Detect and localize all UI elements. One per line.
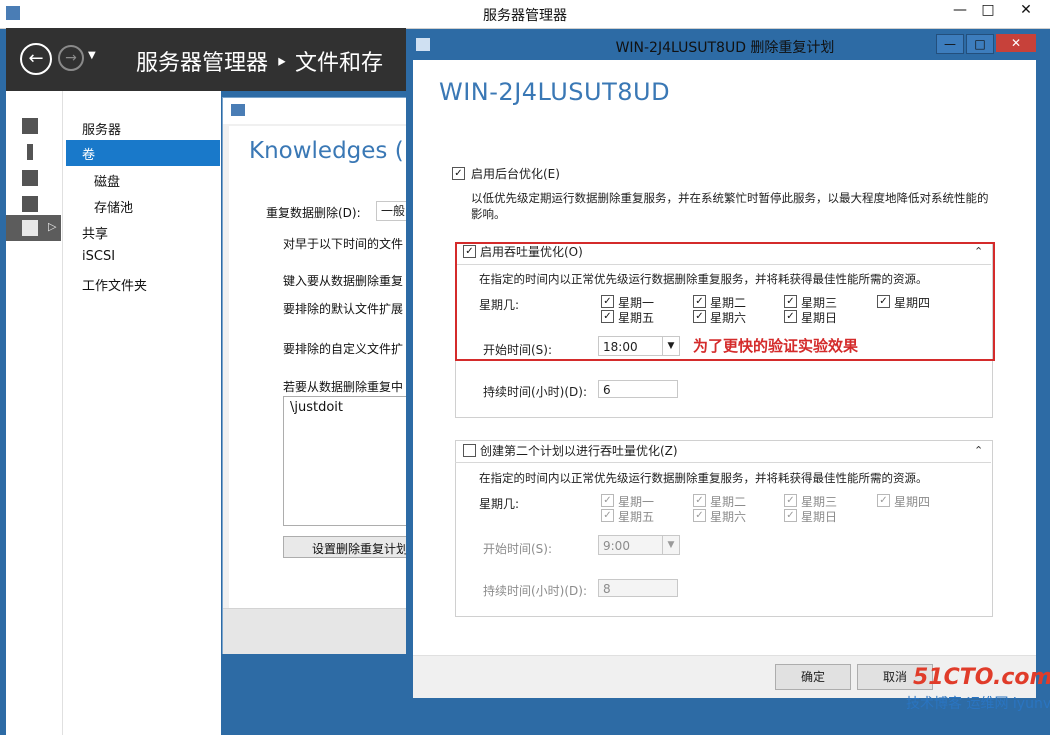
s2-day-sun-label: 星期日 [801, 510, 838, 524]
bg-dialog-titlebar [223, 98, 413, 124]
s2-day-sat-label: 星期六 [710, 510, 747, 524]
rail-selected-item[interactable]: ▷ [6, 215, 61, 241]
file-services-icon[interactable] [22, 196, 38, 212]
bg-dialog-heading: Knowledges (F [249, 138, 417, 164]
close-button[interactable]: ✕ [1004, 0, 1048, 20]
storage-icon [22, 220, 38, 236]
file-age-text: 对早于以下时间的文件 [283, 237, 404, 251]
dialog-body: WIN-2J4LUSUT8UD ✓ 启用后台优化(E) 以低优先级定期运行数据删… [413, 60, 1036, 655]
divider [455, 462, 991, 463]
schedule2-start-label: 开始时间(S): [483, 542, 553, 556]
set-schedule-label: 设置删除重复计划 [312, 542, 409, 556]
nav-item-disks[interactable]: 磁盘 [94, 171, 120, 190]
nav-item-shares[interactable]: 共享 [82, 223, 108, 242]
watermark-text: 技术博客 运维网 iyunv.com [906, 696, 1050, 712]
maximize-button[interactable]: □ [974, 0, 1002, 20]
all-servers-icon[interactable] [22, 170, 38, 186]
schedule2-duration-label: 持续时间(小时)(D): [483, 584, 588, 598]
s2-day-thu-checkbox[interactable]: ✓ [877, 494, 890, 507]
history-dropdown-icon[interactable]: ▼ [88, 50, 96, 61]
dedup-schedule-dialog: WIN-2J4LUSUT8UD 删除重复计划 — □ ✕ WIN-2J4LUSU… [406, 30, 1044, 704]
schedule2-description: 在指定的时间内以正常优先级运行数据删除重复服务，并将耗获得最佳性能所需的资源。 [479, 471, 928, 485]
excluded-folders-list[interactable]: \justdoit [283, 396, 415, 526]
dedup-label: 重复数据删除(D): [266, 206, 361, 220]
back-icon[interactable]: ← [20, 43, 52, 75]
schedule2-weekday-label: 星期几: [479, 497, 520, 511]
dialog-titlebar: WIN-2J4LUSUT8UD 删除重复计划 — □ ✕ [406, 30, 1044, 60]
bg-dialog-footer [223, 608, 413, 654]
main-titlebar: 服务器管理器 — □ ✕ [0, 0, 1050, 29]
dialog-maximize-button[interactable]: □ [966, 34, 994, 54]
nav-panel: 服务器 卷 磁盘 存储池 共享 iSCSI 工作文件夹 [63, 91, 221, 735]
schedule2-start-value: 9:00 [603, 539, 630, 553]
forward-icon[interactable]: → [58, 45, 84, 71]
schedule2-checkbox[interactable] [463, 444, 476, 457]
nav-item-storage-pools[interactable]: 存储池 [94, 197, 133, 216]
s2-day-fri-checkbox[interactable]: ✓ [601, 509, 614, 522]
schedule1-duration-label: 持续时间(小时)(D): [483, 385, 588, 399]
main-header: ← → ▼ 服务器管理器 ‣ 文件和存 [6, 28, 406, 91]
schedule2-label: 创建第二个计划以进行吞吐量优化(Z) [480, 444, 678, 458]
s2-day-sun-checkbox[interactable]: ✓ [784, 509, 797, 522]
set-schedule-button[interactable]: 设置删除重复计划 [283, 536, 415, 558]
left-rail [6, 91, 63, 735]
default-ext-text: 要排除的默认文件扩展 [283, 302, 404, 316]
schedule2-duration-input[interactable]: 8 [598, 579, 678, 597]
dialog-heading: WIN-2J4LUSUT8UD [439, 78, 671, 106]
dashboard-icon[interactable] [22, 118, 38, 134]
volume-properties-dialog: Knowledges (F 重复数据删除(D): 一般 对早于以下时间的文件 键… [222, 97, 417, 654]
annotation-text: 为了更快的验证实验效果 [693, 337, 859, 355]
s2-day-fri-label: 星期五 [618, 510, 655, 524]
nav-item-work-folders[interactable]: 工作文件夹 [82, 275, 147, 294]
dialog-close-button[interactable]: ✕ [996, 34, 1036, 52]
s2-day-mon-checkbox[interactable]: ✓ [601, 494, 614, 507]
nav-item-volumes[interactable]: 卷 [66, 140, 220, 166]
excluded-folder-item[interactable]: \justdoit [290, 400, 343, 415]
bg-opt-checkbox[interactable]: ✓ [452, 167, 465, 180]
watermark-logo: 51CTO.com [913, 665, 1050, 690]
ok-button[interactable]: 确定 [775, 664, 851, 690]
schedule2-collapse-icon[interactable]: ⌃ [974, 444, 983, 457]
exclude-folder-text: 若要从数据删除重复中 [283, 380, 404, 394]
s2-day-tue-checkbox[interactable]: ✓ [693, 494, 706, 507]
minimize-button[interactable]: — [946, 0, 974, 20]
bg-opt-label: 启用后台优化(E) [471, 167, 560, 181]
custom-ext-text: 要排除的自定义文件扩 [283, 342, 404, 356]
nav-item-servers[interactable]: 服务器 [82, 119, 121, 138]
schedule1-duration-input[interactable]: 6 [598, 380, 678, 398]
chevron-right-icon: ▷ [48, 220, 57, 233]
s2-day-sat-checkbox[interactable]: ✓ [693, 509, 706, 522]
dialog-minimize-button[interactable]: — [936, 34, 964, 54]
main-window-title: 服务器管理器 [483, 8, 567, 24]
nav-item-volumes-label: 卷 [82, 148, 96, 163]
s2-day-thu-label: 星期四 [894, 495, 931, 509]
breadcrumb: 服务器管理器 ‣ 文件和存 [136, 51, 383, 76]
bg-opt-description: 以低优先级定期运行数据删除重复服务，并在系统繁忙时暂停此服务，以最大程度地降低对… [471, 191, 989, 221]
nav-item-iscsi[interactable]: iSCSI [82, 249, 115, 264]
dialog-icon [231, 104, 245, 116]
chevron-down-icon[interactable]: ▼ [662, 536, 679, 554]
s2-day-wed-checkbox[interactable]: ✓ [784, 494, 797, 507]
local-server-icon[interactable] [27, 144, 33, 160]
exclusion-text: 键入要从数据删除重复 [283, 274, 404, 288]
schedule2-start-select[interactable]: 9:00 ▼ [598, 535, 680, 555]
